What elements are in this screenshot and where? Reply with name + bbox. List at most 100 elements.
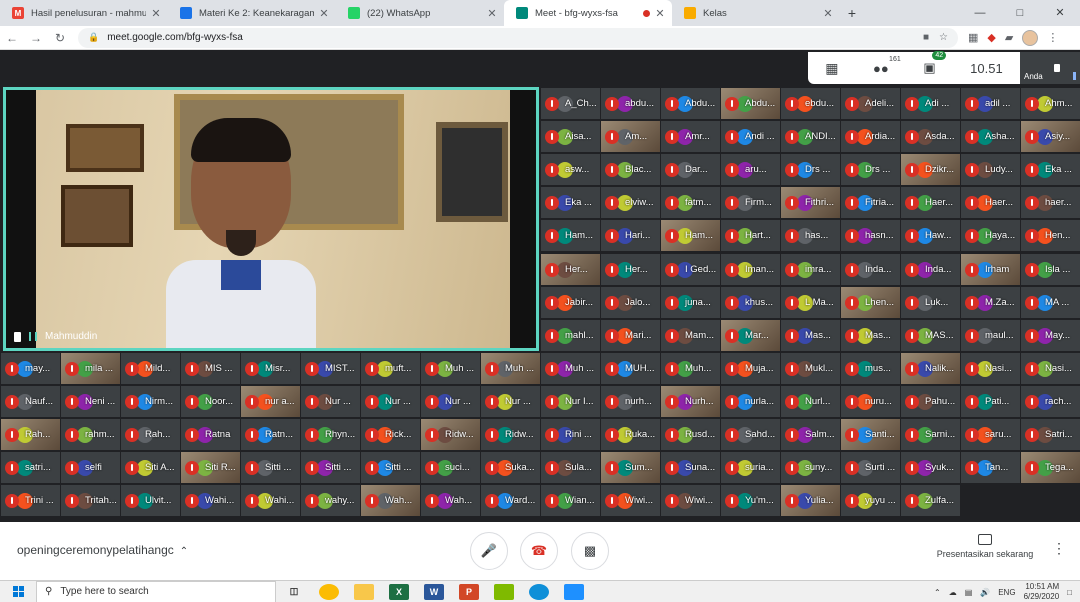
participant-tile[interactable]: Fitria... [841,187,900,219]
participant-tile[interactable]: mila ... [61,353,120,384]
participant-tile[interactable]: Nur ... [361,386,420,418]
participant-tile[interactable]: Surti ... [841,452,900,484]
participant-tile[interactable]: Nurl... [781,386,840,418]
participant-tile[interactable]: imra... [781,253,840,285]
participant-tile[interactable]: Siti R... [181,452,240,484]
participant-tile[interactable]: Firm... [721,187,780,219]
pin-icon[interactable] [1054,64,1060,72]
browser-tab[interactable]: Kelas ✕ [672,0,840,26]
participant-tile[interactable]: ANDI... [781,121,840,153]
participant-tile[interactable]: Ludy... [961,154,1020,186]
participant-tile[interactable]: abdu... [601,88,660,119]
participant-tile[interactable]: Nur ... [421,386,480,418]
participant-tile[interactable]: Nalik... [901,353,960,384]
participant-tile[interactable]: MAS... [901,319,960,351]
profile-avatar[interactable] [1022,29,1039,46]
participant-tile[interactable]: L Ma... [781,286,840,318]
participant-tile[interactable]: Yulia... [781,485,840,517]
tile-layout-icon[interactable]: ▦ [825,60,838,77]
network-icon[interactable]: ▤ [965,588,973,597]
participant-tile[interactable]: suci... [421,452,480,484]
participant-tile[interactable]: fatm... [661,187,720,219]
volume-icon[interactable]: 🔊 [980,588,990,597]
participant-tile[interactable]: A_Ch... [541,88,600,119]
new-tab-button[interactable]: + [840,0,864,26]
participant-tile[interactable]: maul... [961,319,1020,351]
participant-tile[interactable]: Rini ... [541,419,600,451]
participant-tile[interactable]: mus... [841,353,900,384]
participant-tile[interactable]: satri... [1,452,60,484]
close-tab-icon[interactable]: ✕ [486,7,498,20]
participant-tile[interactable]: Luk... [901,286,960,318]
participant-tile[interactable]: Muh... [661,353,720,384]
participant-tile[interactable]: Andi ... [721,121,780,153]
participant-tile[interactable]: rahm... [61,419,120,451]
participant-tile[interactable]: Wahi... [241,485,300,517]
participant-tile[interactable]: Nirm... [121,386,180,418]
more-options-icon[interactable]: ⋮ [1052,540,1066,557]
participant-tile[interactable]: nur a... [241,386,300,418]
participant-tile[interactable]: yuyu ... [841,485,900,517]
participant-tile[interactable]: Sitti ... [301,452,360,484]
grid-extension-icon[interactable]: ▦ [968,31,978,44]
participant-tile[interactable]: Dar... [661,154,720,186]
microphone-button[interactable]: 🎤 [470,532,508,570]
browser-tab[interactable]: Materi Ke 2: Keanekaragaman Ha ✕ [168,0,336,26]
store-icon[interactable] [564,583,584,600]
participant-tile[interactable]: Eka ... [541,187,600,219]
participant-tile[interactable]: Haw... [901,220,960,252]
participant-tile[interactable]: Rusd... [661,419,720,451]
participant-tile[interactable]: Haya... [961,220,1020,252]
participant-tile[interactable]: Pati... [961,386,1020,418]
participant-tile[interactable]: Nasi... [1021,353,1080,384]
participant-tile[interactable]: Iman... [721,253,780,285]
powerpoint-icon[interactable]: P [459,583,479,600]
participant-tile[interactable]: suria... [721,452,780,484]
notification-icon[interactable]: □ [1067,588,1072,597]
participant-tile[interactable]: haer... [1021,187,1080,219]
close-tab-icon[interactable]: ✕ [654,7,666,20]
participant-tile[interactable]: Rah... [121,419,180,451]
task-view-icon[interactable]: ◫ [284,584,304,600]
excel-icon[interactable]: X [389,583,409,600]
participant-tile[interactable]: Jalo... [601,286,660,318]
browser-tab[interactable]: Meet - bfg-wyxs-fsa ✕ [504,0,672,26]
participant-tile[interactable]: Fithri... [781,187,840,219]
participant-tile[interactable]: Her... [601,253,660,285]
participant-tile[interactable]: Satri... [1021,419,1080,451]
self-view-tile[interactable]: Anda [1020,52,1080,84]
participant-tile[interactable]: juna... [661,286,720,318]
participant-tile[interactable]: Ahm... [1021,88,1080,119]
participant-tile[interactable]: MUH... [601,353,660,384]
participant-tile[interactable]: Ward... [481,485,540,517]
forward-icon[interactable]: → [24,31,48,45]
participant-tile[interactable]: Dzikr... [901,154,960,186]
participant-tile[interactable]: nurh... [601,386,660,418]
participant-tile[interactable]: Amr... [661,121,720,153]
paint-icon[interactable] [494,583,514,600]
participant-tile[interactable]: Adi ... [901,88,960,119]
participant-tile[interactable]: MIST... [301,353,360,384]
participant-tile[interactable]: mahl... [541,319,600,351]
participant-tile[interactable]: Tan... [961,452,1020,484]
participant-tile[interactable]: Mari... [601,319,660,351]
participant-tile[interactable]: muft... [361,353,420,384]
participant-tile[interactable]: Nur ... [301,386,360,418]
participant-tile[interactable]: Wiwi... [601,485,660,517]
participant-tile[interactable]: Ulvit... [121,485,180,517]
participant-tile[interactable]: Hen... [1021,220,1080,252]
participant-tile[interactable]: I Ged... [661,253,720,285]
participant-tile[interactable]: Salm... [781,419,840,451]
chat-icon[interactable]: ▣ 42 [923,51,947,76]
participant-tile[interactable]: Rhyn... [301,419,360,451]
participant-tile[interactable]: Ham... [661,220,720,252]
close-window-icon[interactable]: ✕ [1040,0,1080,26]
chevron-up-icon[interactable]: ⌃ [934,588,941,597]
close-tab-icon[interactable]: ✕ [318,7,330,20]
participant-tile[interactable]: Am... [601,121,660,153]
browser-tab[interactable]: M Hasil penelusuran - mahmuddin ✕ [0,0,168,26]
taskbar-clock[interactable]: 10:51 AM 6/29/2020 [1024,582,1060,602]
participant-tile[interactable]: Isla ... [1021,253,1080,285]
participant-tile[interactable]: Asda... [901,121,960,153]
menu-dots-icon[interactable]: ⋮ [1047,31,1058,44]
